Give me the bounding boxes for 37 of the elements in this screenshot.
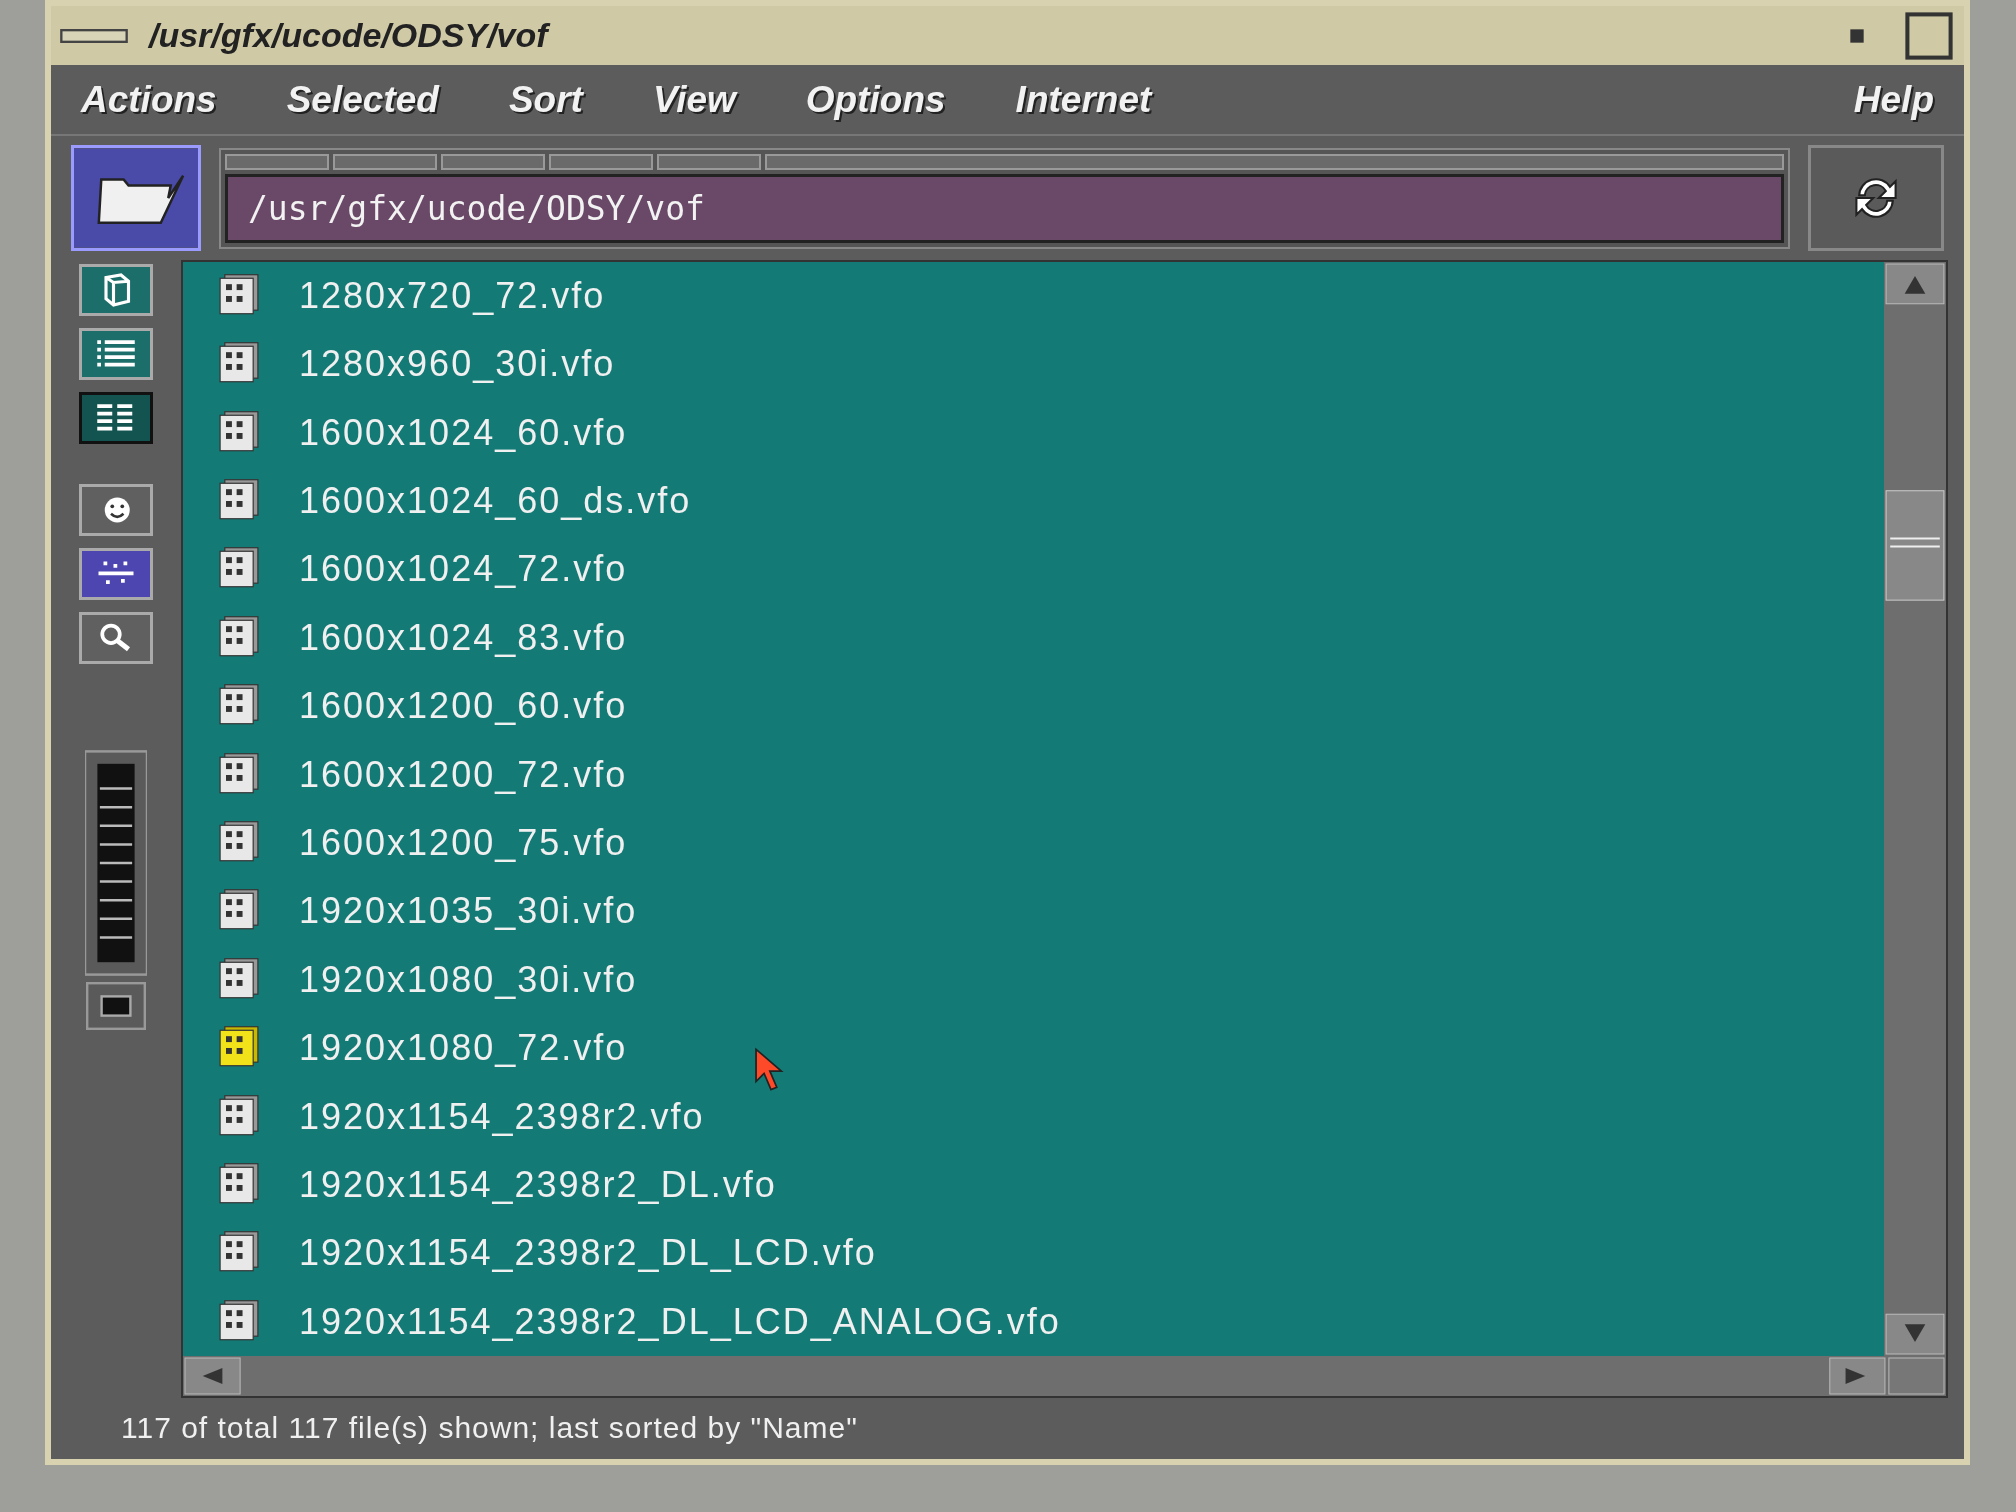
- file-name[interactable]: 1920x1080_30i.vfo: [299, 958, 638, 1001]
- status-text: 117 of total 117 file(s) shown; last sorted by "Name": [120, 1410, 859, 1447]
- window-title: /usr/gfx/ucode/ODSY/vof: [149, 16, 1812, 56]
- menu-item[interactable]: Actions: [81, 78, 217, 121]
- view-button[interactable]: [79, 391, 153, 444]
- path-field[interactable]: /usr/gfx/ucode/ODSY/vof: [225, 173, 1784, 243]
- file-name[interactable]: 1280x960_30i.vfo: [299, 343, 616, 386]
- tool-button[interactable]: [79, 483, 153, 536]
- view-button[interactable]: [79, 327, 153, 380]
- file-name[interactable]: 1920x1080_72.vfo: [299, 1027, 628, 1070]
- file-name[interactable]: 1600x1024_60_ds.vfo: [299, 480, 692, 523]
- file-name[interactable]: 1600x1024_72.vfo: [299, 548, 628, 591]
- file-name[interactable]: 1600x1024_83.vfo: [299, 616, 628, 659]
- tool-button[interactable]: [79, 611, 153, 664]
- file-name[interactable]: 1920x1154_2398r2_DL_LCD_ANALOG.vfo: [299, 1300, 1061, 1343]
- file-name[interactable]: 1600x1200_75.vfo: [299, 822, 628, 864]
- vertical-scrollbar[interactable]: [1884, 261, 1946, 1356]
- thumbwheel[interactable]: [85, 747, 147, 978]
- file-name[interactable]: 1280x720_72.vfo: [299, 274, 606, 317]
- icon-size-button[interactable]: [85, 981, 147, 1030]
- menu-item[interactable]: Options: [805, 78, 946, 121]
- file-name[interactable]: 1600x1024_60.vfo: [299, 411, 628, 454]
- file-name[interactable]: 1920x1154_2398r2.vfo: [299, 1095, 705, 1138]
- file-name[interactable]: 1920x1154_2398r2_DL.vfo: [299, 1163, 777, 1206]
- file-name[interactable]: 1920x1035_30i.vfo: [299, 890, 638, 933]
- file-name[interactable]: 1600x1200_60.vfo: [299, 685, 628, 728]
- tool-button[interactable]: [79, 547, 153, 600]
- file-name[interactable]: 1600x1200_72.vfo: [299, 753, 628, 796]
- help-menu[interactable]: Help: [1853, 78, 1934, 121]
- menu-item[interactable]: Internet: [1015, 78, 1152, 121]
- menu-item[interactable]: View: [652, 78, 736, 121]
- menu-item[interactable]: Selected: [286, 78, 439, 121]
- view-button[interactable]: [79, 263, 153, 316]
- refresh-button[interactable]: [1808, 145, 1944, 252]
- file-name[interactable]: 1920x1154_2398r2_DL_LCD.vfo: [299, 1232, 877, 1275]
- folder-icon[interactable]: [71, 145, 201, 252]
- menu-item[interactable]: Sort: [508, 78, 583, 121]
